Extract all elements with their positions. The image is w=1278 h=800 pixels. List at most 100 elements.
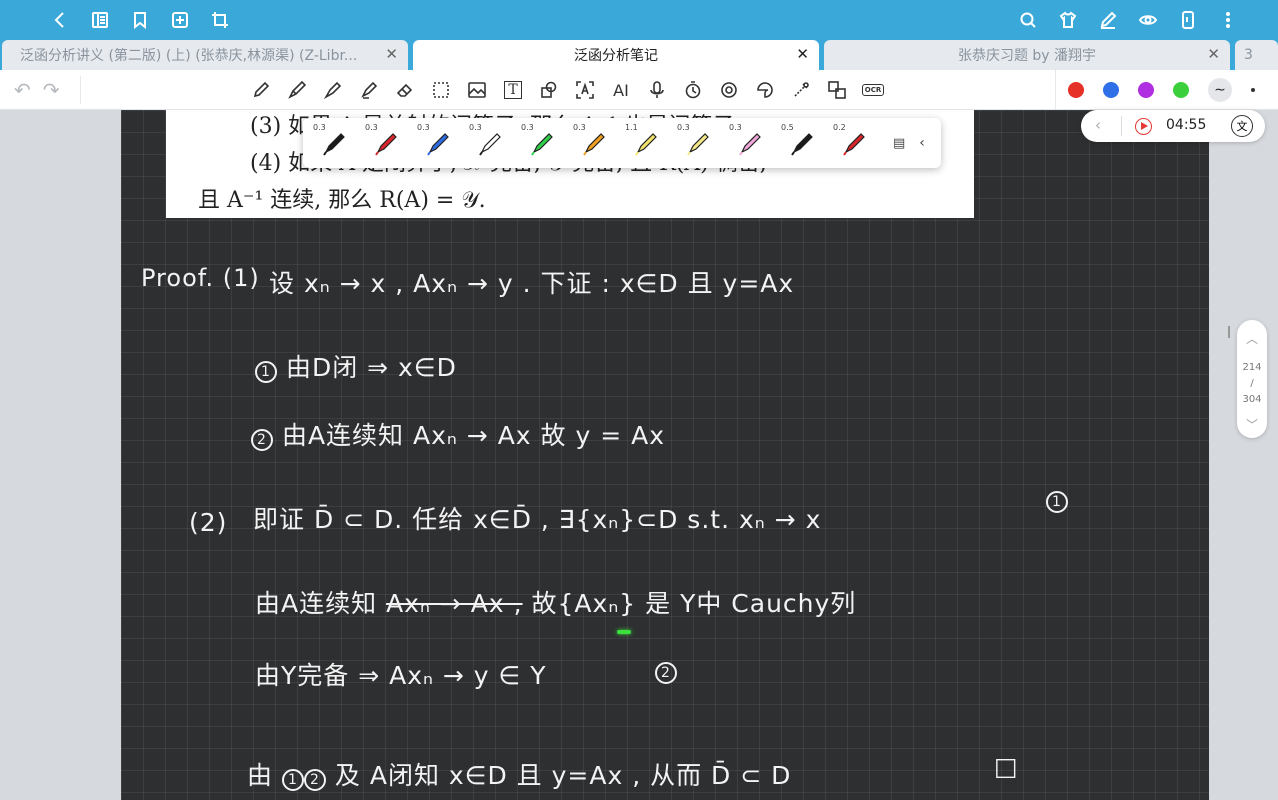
divider [80,76,81,104]
color-swatch-purple[interactable] [1138,82,1154,98]
proof-label: Proof. (1) [141,264,260,292]
marker-2: 2 [655,654,677,684]
close-icon[interactable]: ✕ [385,45,398,63]
close-icon[interactable]: ✕ [796,45,809,63]
tab-exercises[interactable]: 张恭庆习题 by 潘翔宇 ✕ [824,40,1230,70]
undo-button[interactable]: ↶ [14,78,31,102]
proof-line-5-pre: 由A连续知 [255,589,378,618]
translate-icon[interactable] [822,76,852,104]
chevron-down-icon[interactable]: ﹀ [1237,416,1267,433]
fountain-pen-icon[interactable] [318,76,348,104]
pen-size-label: 0.2 [833,123,846,132]
eraser-icon[interactable] [390,76,420,104]
tape-icon[interactable] [714,76,744,104]
proof-line-4: 即证 D̄ ⊂ D. 任给 x∈D̄ , ∃{xₙ}⊂D s.t. xₙ → x [253,505,822,534]
close-icon[interactable]: ✕ [1207,45,1220,63]
redo-button[interactable]: ↷ [43,78,60,102]
pdf-line-5: 且 A⁻¹ 连续, 那么 R(A) = 𝒴. [198,188,486,213]
laser-pointer-icon[interactable] [786,76,816,104]
pen-icon[interactable] [282,76,312,104]
highlighter-icon[interactable] [354,76,384,104]
ocr-icon[interactable]: OCR [858,76,888,104]
pen-preset[interactable]: 0.3 [517,118,569,168]
back-icon[interactable] [40,0,80,40]
pen-preset[interactable]: 0.3 [569,118,621,168]
pen-preset[interactable]: 0.3 [465,118,517,168]
scroll-edge-mark [1228,326,1230,338]
bookmark-icon[interactable] [120,0,160,40]
pen-list: 0.3 0.3 0.3 0.3 0.3 0.3 1.1 0.3 0.3 0.5 0.2 [309,118,881,168]
page-navigator: ︿ 214 / 304 ﹀ [1237,320,1267,438]
search-icon[interactable] [1008,0,1048,40]
play-record-icon[interactable] [1135,118,1152,135]
proof-line-7: 由 12 及 A闭知 x∈D 且 y=Ax , 从而 D̄ ⊂ D [247,756,791,792]
tab-bar: 泛函分析讲义 (第二版) (上) (张恭庆,林源渠) (Z-Libr... ✕ … [0,40,1278,70]
crop-icon[interactable] [200,0,240,40]
pen-size-label: 0.3 [729,123,742,132]
app-bar-left [40,0,240,40]
proof-line-3-text: 由A连续知 Axₙ → Ax 故 y = Ax [281,421,666,450]
pen-preset[interactable]: 0.3 [309,118,361,168]
proof-line-5-post: 故{Axₙ} 是 Y中 Cauchy列 [531,589,857,618]
page-separator: / [1250,378,1254,389]
pen-preset[interactable]: 0.3 [673,118,725,168]
drawing-toolbar: ↶ ↷ T AI OCR ∼ [0,70,1278,110]
pen-preset[interactable]: 0.2 [829,118,881,168]
sticker-icon[interactable] [750,76,780,104]
tab-notes[interactable]: 泛函分析笔记 ✕ [413,40,819,70]
lasso-select-icon[interactable] [426,76,456,104]
tab-overflow-count[interactable]: 3 [1235,40,1278,70]
translate-icon[interactable]: 文 [1231,115,1253,137]
green-stroke [617,630,631,634]
timer-prev-icon[interactable]: ‹ [1095,116,1101,134]
ai-icon[interactable]: AI [606,76,636,104]
outline-icon[interactable] [80,0,120,40]
more-vertical-icon[interactable] [1208,0,1248,40]
add-page-icon[interactable] [160,0,200,40]
stroke-style-icon[interactable]: ∼ [1208,78,1232,102]
pen-preset[interactable]: 0.5 [777,118,829,168]
pen-preset[interactable]: 0.3 [413,118,465,168]
image-icon[interactable] [462,76,492,104]
eye-icon[interactable] [1128,0,1168,40]
pen-preset[interactable]: 0.3 [361,118,413,168]
pen-icon [687,133,709,156]
total-pages: 304 [1242,394,1262,405]
part-label: (2) [189,508,228,537]
pen-mode-icon[interactable] [1088,0,1128,40]
pen-preset[interactable]: 1.1 [621,118,673,168]
circled-number: 2 [655,662,677,684]
pen-icon [583,133,605,156]
pen-preset[interactable]: 0.3 [725,118,777,168]
pen-icon [427,133,449,156]
tablet-icon[interactable] [1168,0,1208,40]
app-bar [0,0,1278,40]
tool-group: T AI OCR [246,76,888,104]
history-controls: ↶ ↷ [14,78,60,102]
pen-size-label: 0.5 [781,123,794,132]
pen-size-label: 0.3 [365,123,378,132]
text-tool-icon[interactable]: T [498,76,528,104]
struck-text: Axₙ → Ax , [386,589,523,618]
circled-number: 1 [281,769,304,791]
tab-lecture-book[interactable]: 泛函分析讲义 (第二版) (上) (张恭庆,林源渠) (Z-Libr... ✕ [2,40,408,70]
more-colors-icon[interactable] [1251,88,1255,92]
chevron-up-icon[interactable]: ︿ [1237,330,1267,347]
current-page: 214 [1242,362,1262,373]
note-canvas[interactable]: (3) 如果 A 是单射的闭算子, 那么 A⁻¹ 也是闭算子; (4) 如果 A… [121,110,1209,800]
color-swatch-green[interactable] [1173,82,1189,98]
text-recognition-icon[interactable] [570,76,600,104]
pencil-icon[interactable] [246,76,276,104]
microphone-icon[interactable] [642,76,672,104]
proof-line-1: 设 xₙ → x , Axₙ → y . 下证 : x∈D 且 y=Ax [269,269,795,298]
pen-icon [531,133,553,156]
pen-settings-icon[interactable]: ▤ [893,136,905,151]
timer-icon[interactable] [678,76,708,104]
shape-icon[interactable] [534,76,564,104]
qed-mark: □ [994,752,1019,781]
tab-label: 泛函分析笔记 [574,48,658,64]
color-swatch-blue[interactable] [1103,82,1119,98]
theme-shirt-icon[interactable] [1048,0,1088,40]
color-swatch-red[interactable] [1068,82,1084,98]
collapse-popup-icon[interactable]: ‹ [919,135,925,151]
